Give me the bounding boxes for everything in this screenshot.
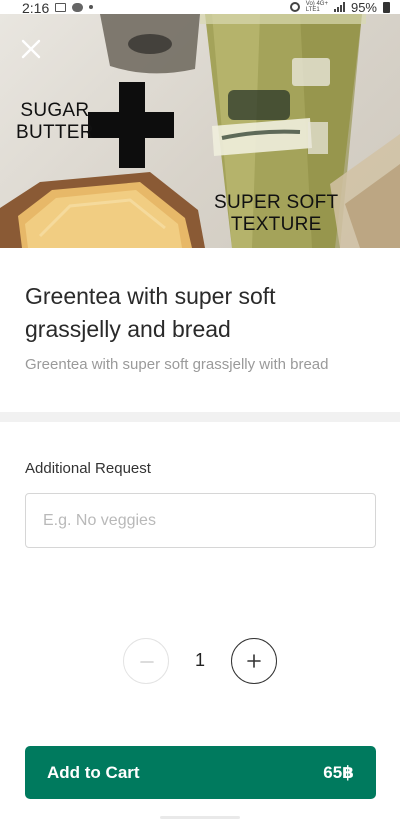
battery-icon bbox=[383, 1, 390, 13]
status-bar: 2:16 Vo) 4G+ LTE1 95% bbox=[0, 0, 400, 16]
decrease-quantity-button[interactable] bbox=[123, 638, 169, 684]
minus-icon bbox=[140, 661, 154, 663]
additional-request-input[interactable] bbox=[25, 493, 376, 548]
product-image: SUGAR BUTTER SUPER SOFT TEXTURE bbox=[0, 14, 400, 248]
close-icon bbox=[21, 39, 41, 59]
add-to-cart-button[interactable]: Add to Cart 65฿ bbox=[25, 746, 376, 799]
section-divider bbox=[0, 412, 400, 422]
gallery-icon bbox=[55, 2, 67, 12]
product-title: Greentea with super soft grassjelly and … bbox=[25, 283, 276, 342]
product-info: Greentea with super soft grassjelly and … bbox=[0, 248, 400, 412]
overlay-right-line-2: TEXTURE bbox=[230, 214, 322, 235]
close-button[interactable] bbox=[18, 36, 44, 62]
signal-icon bbox=[333, 2, 345, 12]
add-to-cart-label: Add to Cart bbox=[47, 762, 140, 782]
overlay-left-line-1: SUGAR bbox=[20, 100, 90, 121]
overlay-right-line-1: SUPER SOFT bbox=[214, 192, 339, 213]
overlay-text-left: SUGAR BUTTER bbox=[16, 100, 94, 144]
status-left: 2:16 bbox=[22, 0, 94, 16]
notification-dot-icon bbox=[89, 5, 94, 9]
overlay-text-right: SUPER SOFT TEXTURE bbox=[214, 192, 338, 236]
chat-icon bbox=[72, 2, 84, 12]
increase-quantity-button[interactable] bbox=[231, 638, 277, 684]
home-indicator bbox=[160, 816, 240, 819]
product-description: Greentea with super soft grassjelly with… bbox=[25, 356, 329, 373]
additional-request-label: Additional Request bbox=[25, 460, 151, 477]
status-right: Vo) 4G+ LTE1 95% bbox=[289, 0, 390, 15]
additional-request-section: Additional Request bbox=[25, 460, 376, 548]
network-indicator: Vo) 4G+ LTE1 bbox=[306, 1, 328, 13]
network-bottom-text: LTE1 bbox=[305, 7, 320, 13]
overlay-left-line-2: BUTTER bbox=[16, 122, 94, 143]
plus-icon bbox=[247, 654, 261, 668]
battery-percent: 95% bbox=[350, 0, 377, 15]
quantity-stepper: 1 bbox=[0, 638, 400, 686]
status-time: 2:16 bbox=[22, 0, 50, 16]
alarm-icon bbox=[289, 2, 300, 12]
cart-price: 65฿ bbox=[323, 762, 354, 782]
quantity-value: 1 bbox=[194, 650, 205, 670]
